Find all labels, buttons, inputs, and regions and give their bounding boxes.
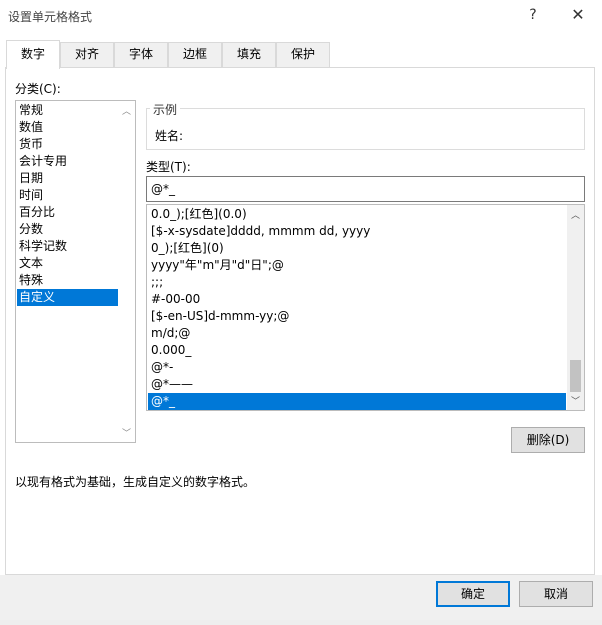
- format-item[interactable]: 0.000_: [148, 342, 566, 359]
- dialog-title: 设置单元格格式: [8, 10, 93, 24]
- category-item-selected[interactable]: 自定义: [17, 289, 119, 306]
- category-item[interactable]: 日期: [17, 170, 119, 187]
- format-item[interactable]: 0.0_);[红色](0.0): [148, 206, 566, 223]
- category-scrollbar[interactable]: ︿ ﹀: [118, 101, 135, 442]
- format-item-selected[interactable]: @*_: [148, 393, 566, 410]
- format-item[interactable]: [$-en-US]d-mmm-yy;@: [148, 308, 566, 325]
- category-list[interactable]: 常规 数值 货币 会计专用 日期 时间 百分比 分数 科学记数 文本 特殊 自定…: [15, 100, 136, 443]
- tab-font[interactable]: 字体: [114, 42, 168, 67]
- format-item[interactable]: ;;;: [148, 274, 566, 291]
- format-item[interactable]: #-00-00: [148, 291, 566, 308]
- category-item[interactable]: 常规: [17, 102, 119, 119]
- format-list[interactable]: 0.0_);[红色](0.0) [$-x-sysdate]dddd, mmmm …: [146, 204, 585, 411]
- scroll-thumb[interactable]: [570, 360, 581, 392]
- close-icon[interactable]: ✕: [566, 4, 590, 26]
- sample-value: 姓名:: [155, 129, 184, 143]
- category-item[interactable]: 货币: [17, 136, 119, 153]
- cancel-button[interactable]: 取消: [519, 581, 593, 607]
- delete-button[interactable]: 删除(D): [511, 427, 585, 453]
- description-text: 以现有格式为基础，生成自定义的数字格式。: [15, 475, 256, 489]
- tab-border[interactable]: 边框: [168, 42, 222, 67]
- format-item[interactable]: yyyy"年"m"月"d"日";@: [148, 257, 566, 274]
- tab-protection[interactable]: 保护: [276, 42, 330, 67]
- category-item[interactable]: 特殊: [17, 272, 119, 289]
- category-item[interactable]: 时间: [17, 187, 119, 204]
- type-label: 类型(T):: [146, 160, 191, 174]
- help-icon[interactable]: ?: [521, 4, 545, 26]
- category-item[interactable]: 分数: [17, 221, 119, 238]
- sample-box: 姓名:: [146, 108, 585, 150]
- ok-button[interactable]: 确定: [436, 581, 510, 607]
- bottom-edge: [0, 620, 602, 625]
- scroll-up-icon[interactable]: ︿: [571, 208, 580, 221]
- tab-number[interactable]: 数字: [6, 40, 60, 69]
- dialog-footer: [0, 575, 602, 625]
- title-bar: 设置单元格格式 ? ✕: [0, 0, 602, 32]
- category-item[interactable]: 文本: [17, 255, 119, 272]
- tab-fill[interactable]: 填充: [222, 42, 276, 67]
- scroll-down-icon[interactable]: ﹀: [571, 394, 580, 407]
- type-input[interactable]: @*_: [146, 176, 585, 202]
- format-item[interactable]: @*-: [148, 359, 566, 376]
- format-item[interactable]: 0_);[红色](0): [148, 240, 566, 257]
- format-item[interactable]: @*——: [148, 376, 566, 393]
- tab-alignment[interactable]: 对齐: [60, 42, 114, 67]
- category-item[interactable]: 数值: [17, 119, 119, 136]
- scroll-up-icon[interactable]: ︿: [122, 104, 131, 117]
- category-item[interactable]: 科学记数: [17, 238, 119, 255]
- category-label: 分类(C):: [15, 82, 61, 96]
- scroll-down-icon[interactable]: ﹀: [122, 426, 131, 439]
- category-item[interactable]: 百分比: [17, 204, 119, 221]
- format-scrollbar[interactable]: ︿ ﹀: [567, 205, 584, 410]
- category-item[interactable]: 会计专用: [17, 153, 119, 170]
- sample-legend: 示例: [150, 101, 181, 118]
- format-item[interactable]: [$-x-sysdate]dddd, mmmm dd, yyyy: [148, 223, 566, 240]
- format-item[interactable]: m/d;@: [148, 325, 566, 342]
